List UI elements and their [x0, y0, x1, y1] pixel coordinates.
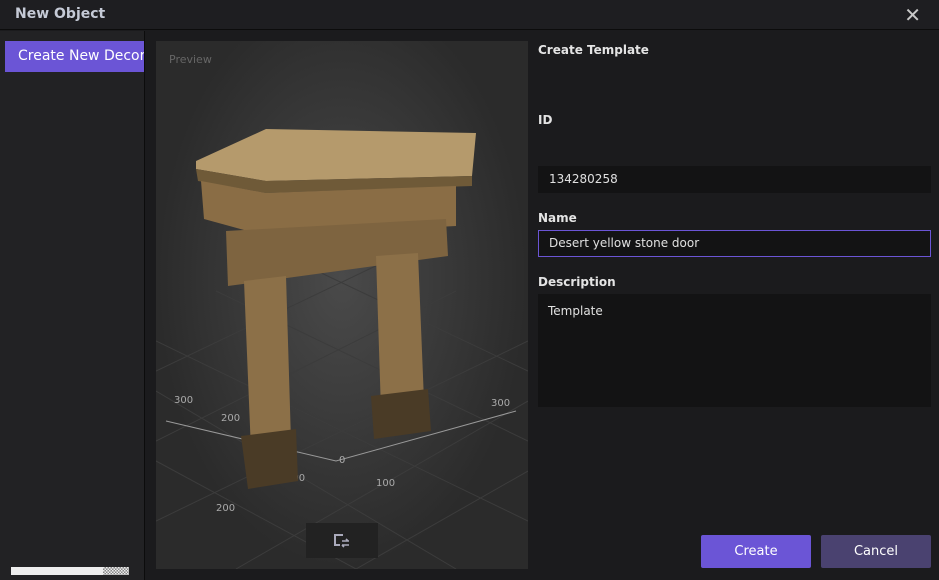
create-button[interactable]: Create — [701, 535, 811, 568]
description-label: Description — [538, 275, 616, 289]
id-label: ID — [538, 113, 553, 127]
axis-tick: 300 — [174, 395, 193, 406]
cancel-button[interactable]: Cancel — [821, 535, 931, 568]
preview-label: Preview — [169, 53, 212, 66]
form-heading: Create Template — [538, 43, 649, 57]
axis-tick: 200 — [221, 413, 240, 424]
sidebar-item-create-new-decoration[interactable]: Create New Decoration — [5, 41, 144, 72]
window-title: New Object — [15, 6, 106, 22]
name-label: Name — [538, 211, 577, 225]
preview-scene: 300 200 100 0 100 200 300 — [156, 129, 528, 569]
id-field[interactable]: 134280258 — [538, 166, 931, 193]
axis-tick: 200 — [216, 503, 235, 514]
swap-view-icon — [334, 533, 349, 548]
description-field[interactable]: Template — [538, 294, 931, 407]
title-bar: New Object ✕ — [0, 0, 939, 30]
axis-tick: 300 — [491, 398, 510, 409]
name-field[interactable]: Desert yellow stone door — [538, 230, 931, 257]
horizontal-scrollbar[interactable] — [11, 567, 129, 575]
door-model — [196, 129, 476, 489]
sidebar: Create New Decoration — [0, 31, 145, 580]
axis-tick: 0 — [339, 455, 345, 466]
close-icon[interactable]: ✕ — [904, 3, 921, 27]
swap-view-button[interactable] — [306, 523, 378, 558]
model-preview[interactable]: 300 200 100 0 100 200 300 Preview — [156, 41, 528, 569]
axis-tick: 100 — [376, 478, 395, 489]
